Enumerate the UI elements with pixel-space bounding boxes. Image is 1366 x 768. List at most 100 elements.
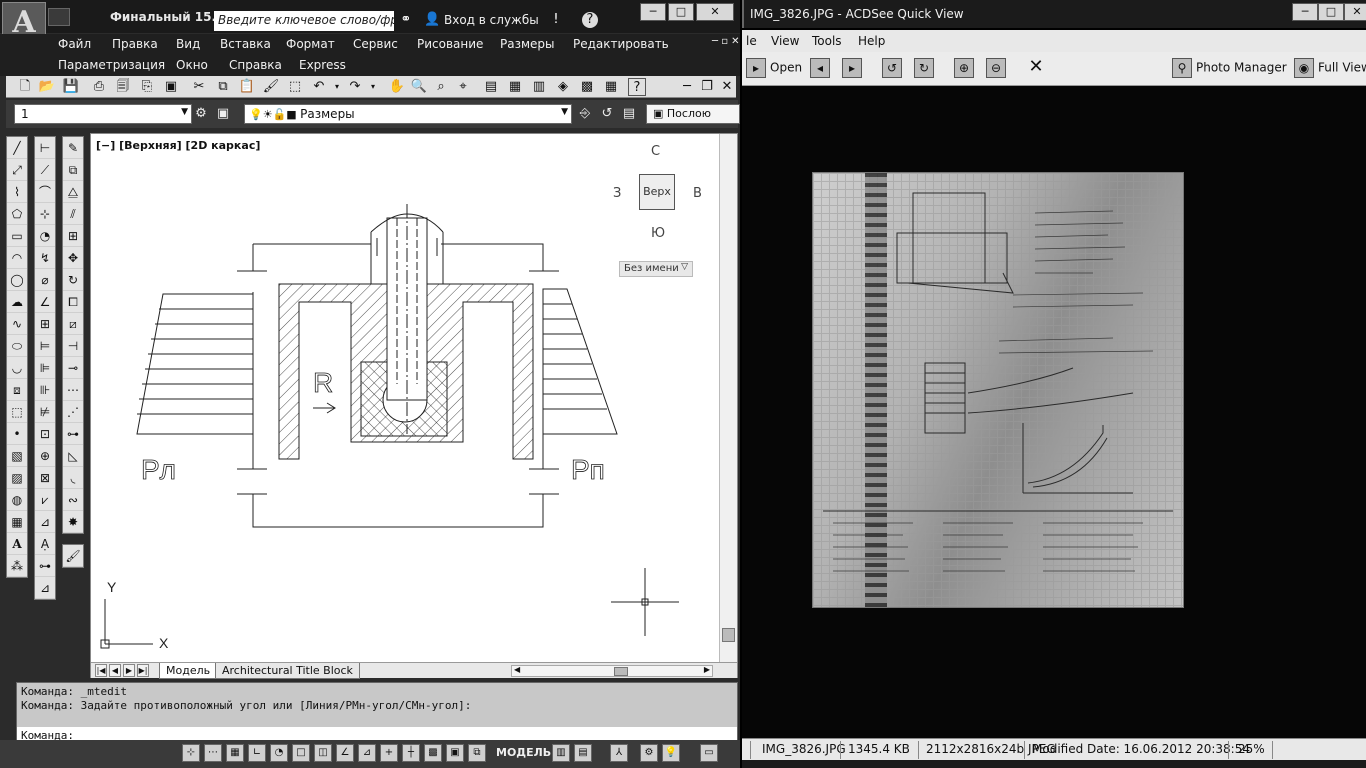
zoom-window-icon[interactable]: ⌕ bbox=[432, 78, 450, 96]
erase-icon[interactable]: ✎ bbox=[63, 137, 83, 159]
jogged-linear-icon[interactable]: ⩗ bbox=[35, 489, 55, 511]
doc-close-icon[interactable]: ✕ bbox=[718, 78, 736, 96]
center-mark-icon[interactable]: ⊕ bbox=[35, 445, 55, 467]
menu-help[interactable]: Help bbox=[858, 34, 885, 48]
blend-icon[interactable]: ∾ bbox=[63, 489, 83, 511]
viewcube-south[interactable]: Ю bbox=[651, 226, 665, 241]
photo-manager-button[interactable]: ⚲ Photo Manager bbox=[1172, 58, 1287, 80]
arc-icon[interactable]: ◠ bbox=[7, 247, 27, 269]
explode-icon[interactable]: ✸ bbox=[63, 511, 83, 533]
tab-architectural-title-block[interactable]: Architectural Title Block bbox=[215, 663, 360, 679]
layer-isolate-icon[interactable]: ▤ bbox=[620, 105, 638, 123]
copy-icon[interactable]: ⧉ bbox=[214, 78, 232, 96]
plot-icon[interactable]: ⎙ bbox=[90, 78, 108, 96]
save-icon[interactable]: 💾 bbox=[62, 78, 80, 96]
rotate-right-button[interactable]: ↻ bbox=[914, 58, 938, 80]
help-icon[interactable]: ? bbox=[582, 12, 598, 28]
dimstyle-select[interactable]: 💡☀🔓■ Размеры ▼ bbox=[244, 104, 572, 124]
continue-dim-icon[interactable]: ⊫ bbox=[35, 357, 55, 379]
menu-draw[interactable]: Рисование bbox=[417, 37, 483, 51]
horizontal-scroll-thumb[interactable] bbox=[614, 667, 628, 676]
diameter-dim-icon[interactable]: ⌀ bbox=[35, 269, 55, 291]
stretch-icon[interactable]: ⧄ bbox=[63, 313, 83, 335]
quick-view-drawings-icon[interactable]: ▤ bbox=[574, 744, 592, 762]
chamfer-icon[interactable]: ◺ bbox=[63, 445, 83, 467]
menu-dimension[interactable]: Размеры bbox=[500, 37, 555, 51]
workspace-icon[interactable]: ⚙ bbox=[640, 744, 658, 762]
layer-settings-icon[interactable]: ⚙ bbox=[192, 105, 210, 123]
tool-palettes-icon[interactable]: ▥ bbox=[530, 78, 548, 96]
line-icon[interactable]: ╱ bbox=[7, 137, 27, 159]
isolate-objects-icon[interactable]: 💡 bbox=[662, 744, 680, 762]
redo-icon[interactable]: ↷ bbox=[346, 78, 364, 96]
selection-cycling-icon[interactable]: ⧉ bbox=[468, 744, 486, 762]
dyn-input-icon[interactable]: + bbox=[380, 744, 398, 762]
baseline-dim-icon[interactable]: ⊨ bbox=[35, 335, 55, 357]
previous-image-button[interactable]: ◂ bbox=[810, 58, 834, 80]
sign-in-link[interactable]: Вход в службы bbox=[444, 13, 539, 27]
paste-icon[interactable]: 📋 bbox=[238, 78, 256, 96]
user-icon[interactable]: 👤 bbox=[424, 12, 440, 28]
doc-restore-icon[interactable]: ❐ bbox=[698, 78, 716, 96]
ellipse-icon[interactable]: ⬭ bbox=[7, 335, 27, 357]
binoculars-icon[interactable]: ⚭ bbox=[398, 12, 414, 28]
pan-icon[interactable]: ✋ bbox=[388, 78, 406, 96]
next-image-button[interactable]: ▸ bbox=[842, 58, 866, 80]
zoom-in-button[interactable]: ⊕ bbox=[954, 58, 978, 80]
ortho-icon[interactable]: ∟ bbox=[248, 744, 266, 762]
otrack-icon[interactable]: ∠ bbox=[336, 744, 354, 762]
menu-modify[interactable]: Редактировать bbox=[573, 37, 669, 51]
menu-help[interactable]: Справка bbox=[229, 58, 282, 72]
spline-icon[interactable]: ∿ bbox=[7, 313, 27, 335]
named-view-select[interactable]: Без имени ▽ bbox=[619, 261, 693, 277]
circle-icon[interactable]: ◯ bbox=[7, 269, 27, 291]
menu-edit[interactable]: Правка bbox=[112, 37, 158, 51]
offset-icon[interactable]: ⫽ bbox=[63, 203, 83, 225]
first-tab-icon[interactable]: |◀ bbox=[95, 664, 107, 677]
block-editor-icon[interactable]: ⬚ bbox=[286, 78, 304, 96]
dim-space-icon[interactable]: ⊪ bbox=[35, 379, 55, 401]
redo-dropdown-icon[interactable]: ▾ bbox=[364, 78, 382, 96]
undo-icon[interactable]: ↶ bbox=[310, 78, 328, 96]
linear-dim-icon[interactable]: ⊢ bbox=[35, 137, 55, 159]
publish-icon[interactable]: ⎘ bbox=[138, 78, 156, 96]
menu-window[interactable]: Окно bbox=[176, 58, 208, 72]
image-viewer[interactable] bbox=[742, 86, 1366, 738]
scale-icon[interactable]: ⧠ bbox=[63, 291, 83, 313]
plot-preview-icon[interactable]: 🗐 bbox=[114, 78, 132, 96]
scroll-right-icon[interactable]: ▶ bbox=[704, 665, 710, 674]
undo-dropdown-icon[interactable]: ▾ bbox=[328, 78, 346, 96]
mirror-icon[interactable]: ⧋ bbox=[63, 181, 83, 203]
gradient-icon[interactable]: ▨ bbox=[7, 467, 27, 489]
copy-object-icon[interactable]: ⧉ bbox=[63, 159, 83, 181]
layer-state-icon[interactable]: ▣ bbox=[214, 105, 232, 123]
tab-model[interactable]: Модель bbox=[159, 663, 218, 679]
drawing-canvas[interactable]: [−] [Верхняя] [2D каркас] R Рл Рп Y X С … bbox=[90, 133, 738, 679]
viewcube-west[interactable]: З bbox=[613, 186, 621, 201]
join-icon[interactable]: ⊶ bbox=[63, 423, 83, 445]
ordinate-dim-icon[interactable]: ⊹ bbox=[35, 203, 55, 225]
rotate-icon[interactable]: ↻ bbox=[63, 269, 83, 291]
grid-icon[interactable]: ▦ bbox=[226, 744, 244, 762]
dim-style-icon[interactable]: ⊿ bbox=[35, 577, 55, 599]
quick-view-layouts-icon[interactable]: ▥ bbox=[552, 744, 570, 762]
zoom-out-button[interactable]: ⊖ bbox=[986, 58, 1010, 80]
open-icon[interactable]: 📂 bbox=[38, 78, 56, 96]
polyline-icon[interactable]: ⌇ bbox=[7, 181, 27, 203]
color-select[interactable]: ▣ Послою bbox=[646, 104, 740, 124]
quick-access-toolbar[interactable] bbox=[48, 8, 70, 26]
full-view-button[interactable]: ◉ Full View bbox=[1294, 58, 1366, 80]
close-button[interactable]: ✕ bbox=[696, 3, 734, 21]
help-icon-toolbar[interactable]: ? bbox=[628, 78, 646, 96]
vertical-scrollbar[interactable] bbox=[719, 134, 737, 662]
menu-window-controls[interactable]: ─ ▫ ✕ bbox=[712, 36, 740, 47]
osnap-icon[interactable]: □ bbox=[292, 744, 310, 762]
grid-display-icon[interactable]: ⋯ bbox=[204, 744, 222, 762]
array-icon[interactable]: ⊞ bbox=[63, 225, 83, 247]
cut-icon[interactable]: ✂ bbox=[190, 78, 208, 96]
viewcube-north[interactable]: С bbox=[651, 144, 660, 159]
3d-print-icon[interactable]: ▣ bbox=[162, 78, 180, 96]
zoom-realtime-icon[interactable]: 🔍 bbox=[410, 78, 428, 96]
delete-button[interactable]: ✕ bbox=[1026, 58, 1050, 80]
inspect-icon[interactable]: ⊠ bbox=[35, 467, 55, 489]
